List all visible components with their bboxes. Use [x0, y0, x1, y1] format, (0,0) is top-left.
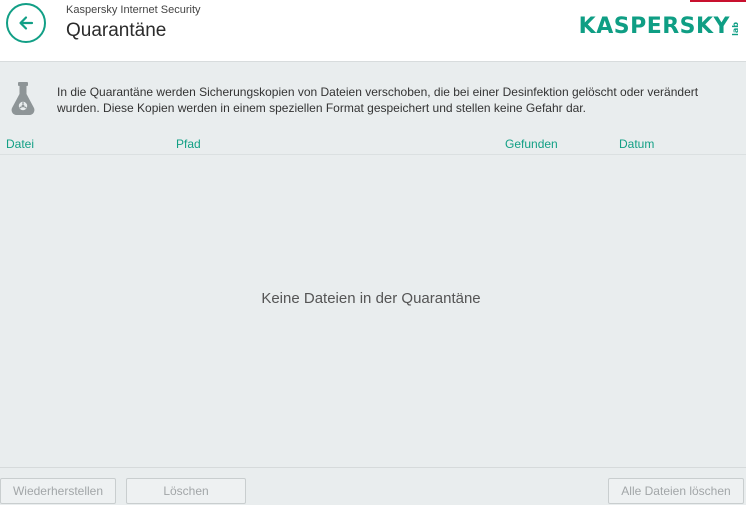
app-name: Kaspersky Internet Security — [66, 4, 201, 16]
footer-toolbar: Wiederherstellen Löschen Alle Dateien lö… — [0, 467, 746, 505]
back-button[interactable] — [6, 3, 46, 43]
quarantine-window: Kaspersky Internet Security Quarantäne K… — [0, 0, 746, 505]
logo-wordmark: KASPERSKY — [578, 14, 730, 39]
info-text-line-1: In die Quarantäne werden Sicherungskopie… — [57, 85, 699, 99]
restore-button[interactable]: Wiederherstellen — [0, 478, 116, 504]
column-header-datei[interactable]: Datei — [6, 137, 34, 151]
delete-button[interactable]: Löschen — [126, 478, 246, 504]
table-header: Datei Pfad Gefunden Datum — [0, 135, 746, 155]
column-header-pfad[interactable]: Pfad — [176, 137, 201, 151]
flask-biohazard-icon — [11, 82, 35, 115]
arrow-left-icon — [19, 16, 34, 30]
kaspersky-logo: KASPERSKY lab — [579, 12, 740, 42]
column-header-datum[interactable]: Datum — [619, 137, 654, 151]
brand-accent-bar — [690, 0, 746, 2]
page-title: Quarantäne — [66, 20, 167, 41]
info-section: In die Quarantäne werden Sicherungskopie… — [0, 63, 746, 133]
logo-lab: lab — [731, 22, 740, 36]
info-text: In die Quarantäne werden Sicherungskopie… — [57, 84, 737, 116]
empty-state-message: Keine Dateien in der Quarantäne — [261, 290, 481, 307]
column-header-gefunden[interactable]: Gefunden — [505, 137, 558, 151]
header: Kaspersky Internet Security Quarantäne K… — [0, 0, 746, 62]
delete-all-button[interactable]: Alle Dateien löschen — [608, 478, 744, 504]
info-text-line-2: wurden. Diese Kopien werden in einem spe… — [57, 101, 586, 115]
